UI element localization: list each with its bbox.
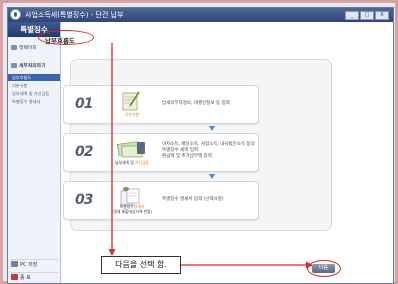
- step-number: 03: [71, 188, 101, 212]
- exit-button[interactable]: 종 료: [11, 272, 58, 283]
- step-card-2: 02 납부세액 및 가산금등 이자소득, 배당소득, 사업소득, 내국법인소득 …: [63, 133, 259, 172]
- caption-pre: 납부세액 및: [115, 160, 135, 165]
- caption-highlight: 기본사항: [125, 112, 139, 117]
- sidebar-section-label: 세무처리하기: [19, 64, 46, 69]
- sidebar-item-tax-amount[interactable]: 납부세액 및 가산금등: [8, 90, 60, 97]
- minimize-button[interactable]: _: [345, 11, 359, 20]
- app-logo-icon: [10, 9, 21, 20]
- arrow-down-icon: [209, 174, 215, 179]
- window-controls: _ □ X: [345, 11, 389, 20]
- save-icon: [11, 261, 18, 267]
- step-card-3: 03 특별징수명세서 (명세 제출대상자에 한함) 특별징수 명세서 입력 (선…: [63, 181, 259, 220]
- pc-save-label: PC 저장: [20, 262, 38, 268]
- step-number: 02: [71, 140, 101, 164]
- document-icon: [11, 62, 17, 68]
- step-caption: 납부세액 및 가산금등: [104, 160, 160, 165]
- callout-label: 다음을 선택 함.: [101, 256, 181, 274]
- caption-highlight: 가산금등: [134, 160, 149, 165]
- home-icon: [11, 44, 17, 50]
- step-number: 01: [71, 92, 101, 116]
- step-description-3: 환급액 및 추가납부액 입력: [162, 154, 212, 159]
- close-button[interactable]: X: [375, 11, 389, 20]
- step-caption: 기본사항: [104, 112, 160, 117]
- title-bar: 사업소득세(특별징수) - 단건 납부 _ □ X: [8, 8, 393, 22]
- step-card-1: 01 기본사항 납세의무자정보, 대행인정보 등 입력: [63, 85, 259, 124]
- sidebar-item-basic[interactable]: 기본사항: [8, 82, 60, 89]
- step-caption-note: (명세 제출대상자에 한함): [111, 209, 153, 214]
- sidebar-item-statement[interactable]: 특별징수 명세서: [8, 98, 60, 105]
- step-description: 납세의무자정보, 대행인정보 등 입력: [162, 101, 230, 106]
- sidebar-item-flowchart[interactable]: 납부흐름도: [8, 74, 60, 81]
- window-title: 사업소득세(특별징수) - 단건 납부: [25, 11, 124, 19]
- exit-icon: [11, 274, 18, 280]
- step-description: 특별징수 명세서 입력 (선택사항): [162, 197, 224, 202]
- highlight-ring-next: [307, 260, 341, 277]
- sidebar: 특별징수 첫페이지 세무처리하기 납부흐름도 기본사항 납부세액 및 가산금등 …: [8, 22, 61, 283]
- maximize-button[interactable]: □: [360, 11, 374, 20]
- sidebar-section[interactable]: 세무처리하기: [11, 61, 58, 72]
- arrow-down-icon: [209, 126, 215, 131]
- sidebar-home-label: 첫페이지: [19, 46, 37, 51]
- highlight-ring-tab: [38, 30, 94, 45]
- pc-save-button[interactable]: PC 저장: [11, 259, 58, 271]
- exit-label: 종 료: [20, 275, 31, 281]
